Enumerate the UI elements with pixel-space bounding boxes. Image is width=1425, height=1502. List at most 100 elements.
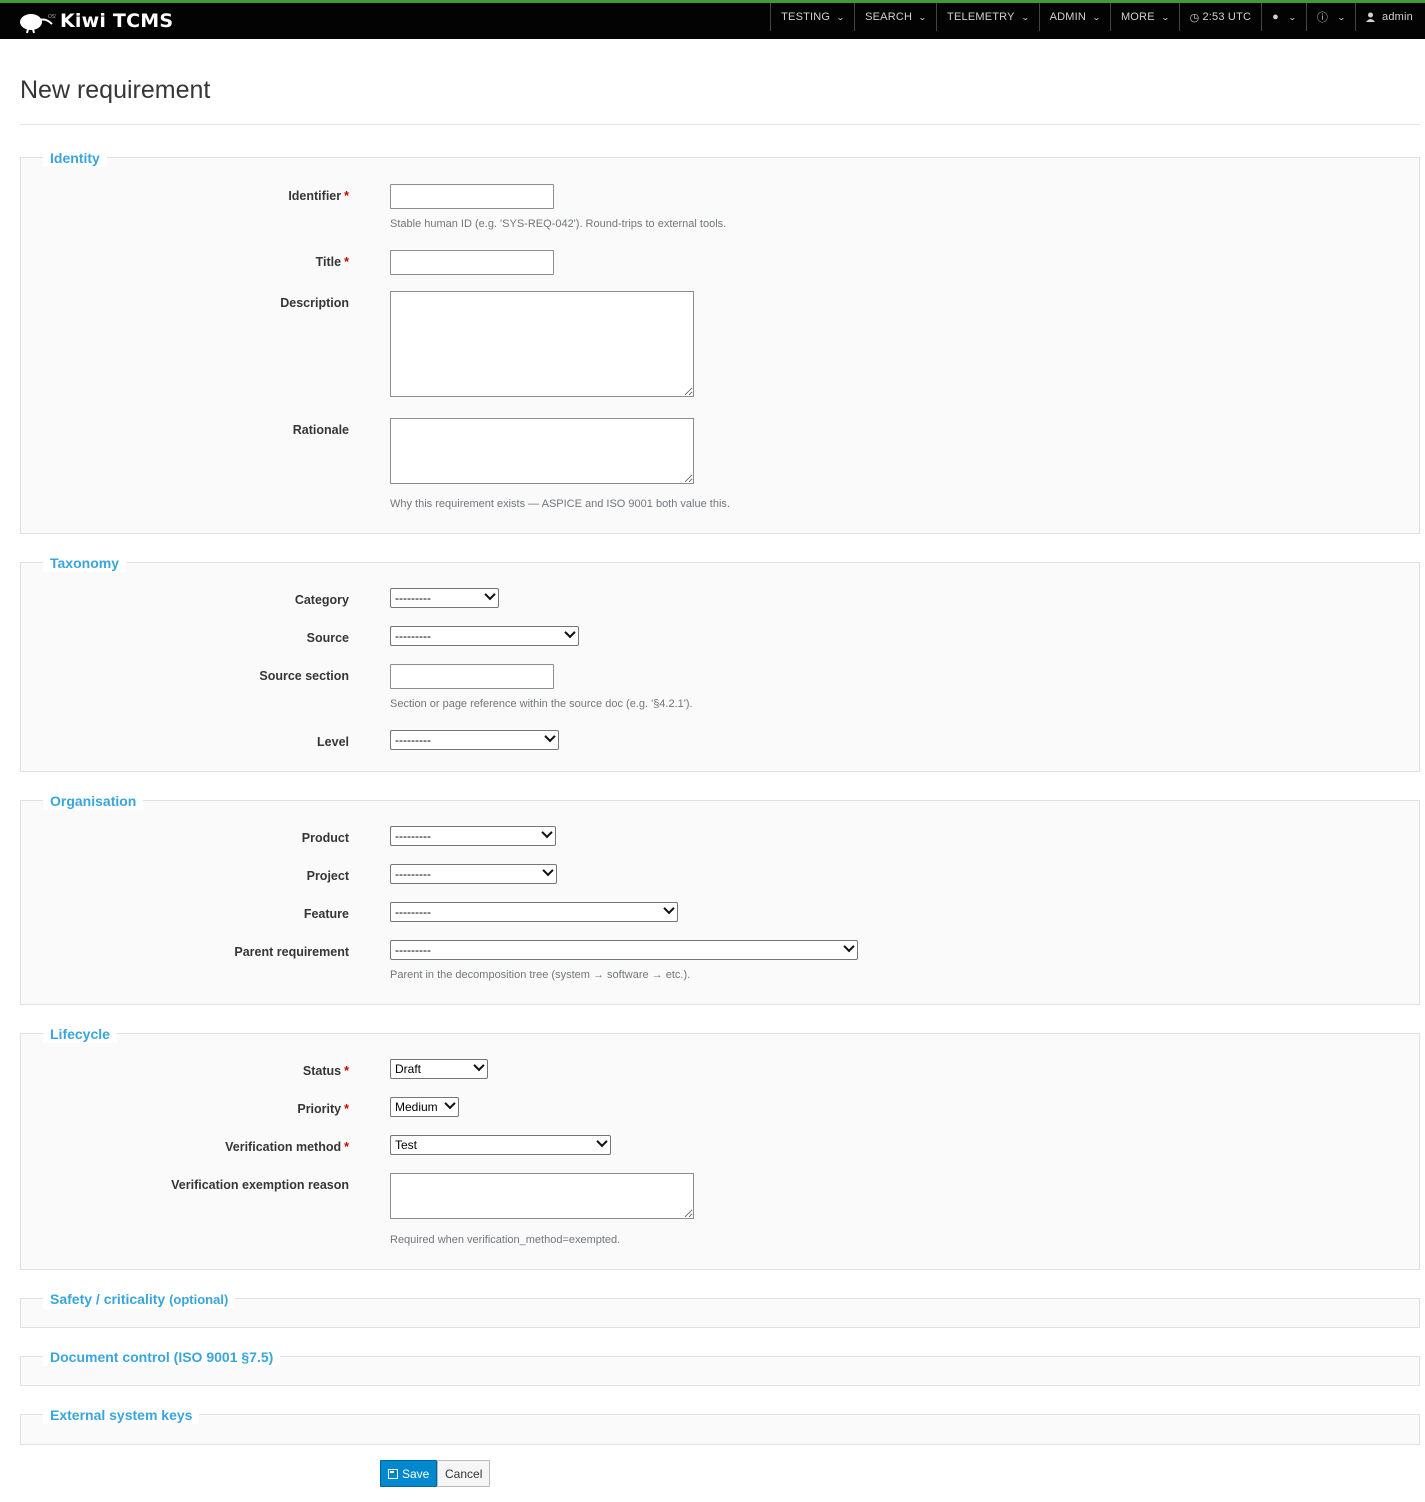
- status-select[interactable]: Draft: [390, 1059, 488, 1079]
- nav-user-menu[interactable]: admin: [1355, 3, 1425, 31]
- identifier-label-text: Identifier: [288, 189, 342, 203]
- parent-requirement-select[interactable]: ---------: [390, 940, 858, 960]
- source-section-input[interactable]: [390, 664, 554, 689]
- verification-method-select[interactable]: Test: [390, 1135, 611, 1155]
- required-marker: *: [344, 1064, 349, 1078]
- level-select-value: ---------: [395, 733, 431, 747]
- chevron-down-icon: ⌄: [918, 12, 928, 22]
- save-icon: [388, 1468, 398, 1479]
- nav-more-label: MORE: [1120, 11, 1155, 23]
- source-section-help: Section or page reference within the sou…: [390, 698, 693, 710]
- parent-requirement-select-value: ---------: [395, 943, 431, 957]
- nav-search-label: SEARCH: [865, 11, 913, 23]
- organisation-legend: Organisation: [43, 792, 144, 810]
- identifier-label: Identifier *: [288, 189, 349, 203]
- document-control-legend[interactable]: Document control (ISO 9001 §7.5): [43, 1348, 281, 1366]
- priority-select[interactable]: Medium: [390, 1097, 459, 1117]
- user-icon: [1366, 12, 1376, 22]
- chevron-down-icon: [843, 940, 855, 953]
- chevron-down-icon: [484, 588, 496, 601]
- parent-requirement-help: Parent in the decomposition tree (system…: [390, 969, 691, 981]
- nav-language-menu[interactable]: ● ⌄: [1261, 3, 1306, 31]
- verification-exemption-help: Required when verification_method=exempt…: [390, 1234, 621, 1246]
- status-select-value: Draft: [395, 1062, 422, 1076]
- chevron-down-icon: [663, 902, 675, 915]
- level-select[interactable]: ---------: [390, 730, 559, 750]
- identifier-help: Stable human ID (e.g. 'SYS-REQ-042'). Ro…: [390, 218, 727, 230]
- required-marker: *: [344, 1102, 349, 1116]
- organisation-section: Organisation Product --------- Project -…: [20, 792, 1420, 1005]
- title-input[interactable]: [390, 250, 554, 275]
- verification-method-label-text: Verification method: [225, 1140, 342, 1154]
- identifier-input[interactable]: [390, 184, 554, 209]
- status-label: Status *: [303, 1064, 349, 1078]
- lifecycle-section: Lifecycle Status * Draft Priority * Medium…: [20, 1025, 1420, 1270]
- project-select[interactable]: ---------: [390, 864, 557, 884]
- nav-telemetry-menu[interactable]: TELEMETRY ⌄: [936, 3, 1039, 31]
- chevron-down-icon: [541, 826, 553, 839]
- nav-admin-menu[interactable]: ADMIN ⌄: [1038, 3, 1110, 31]
- chevron-down-icon: ⌄: [1020, 12, 1030, 22]
- nav-search-menu[interactable]: SEARCH ⌄: [854, 3, 936, 31]
- document-control-section[interactable]: Document control (ISO 9001 §7.5): [20, 1348, 1420, 1386]
- project-label: Project: [306, 869, 349, 883]
- nav-testing-menu[interactable]: TESTING ⌄: [770, 3, 854, 31]
- description-textarea[interactable]: [390, 291, 694, 397]
- external-keys-legend[interactable]: External system keys: [43, 1406, 200, 1424]
- priority-select-value: Medium: [395, 1100, 438, 1114]
- nav-clock[interactable]: ◷ 2:53 UTC: [1178, 3, 1262, 31]
- rationale-label: Rationale: [292, 423, 349, 437]
- feature-select[interactable]: ---------: [390, 902, 678, 922]
- source-select[interactable]: ---------: [390, 626, 579, 646]
- feature-label: Feature: [303, 907, 349, 921]
- source-select-value: ---------: [395, 629, 431, 643]
- top-navbar: OSS Kiwi TCMS TESTING ⌄ SEARCH ⌄ TELEMET…: [0, 0, 1425, 39]
- chevron-down-icon: ⌄: [1287, 12, 1297, 22]
- safety-optional-label: (optional): [169, 1292, 229, 1307]
- product-select[interactable]: ---------: [390, 826, 556, 846]
- priority-label: Priority *: [297, 1102, 349, 1116]
- rationale-help: Why this requirement exists — ASPICE and…: [390, 498, 730, 510]
- external-keys-section[interactable]: External system keys: [20, 1406, 1420, 1445]
- brand-name: Kiwi TCMS: [60, 10, 174, 32]
- nav-more-menu[interactable]: MORE ⌄: [1109, 3, 1179, 31]
- page-title: New requirement: [20, 76, 211, 104]
- brand-logo[interactable]: OSS Kiwi TCMS: [18, 8, 173, 34]
- cancel-button[interactable]: Cancel: [437, 1460, 491, 1487]
- source-label: Source: [306, 631, 349, 645]
- identity-section: Identity Identifier * Stable human ID (e.…: [20, 149, 1420, 534]
- required-marker: *: [344, 255, 349, 269]
- safety-section[interactable]: Safety / criticality (optional): [20, 1290, 1420, 1328]
- kiwi-bird-icon: OSS: [20, 14, 56, 34]
- clock-text: 2:53 UTC: [1202, 11, 1252, 23]
- description-label: Description: [280, 296, 349, 310]
- chevron-down-icon: [596, 1135, 608, 1148]
- nav-help-menu[interactable]: ⓘ ⌄: [1305, 3, 1355, 31]
- chevron-down-icon: [544, 730, 556, 743]
- save-button[interactable]: Save: [380, 1460, 438, 1487]
- chevron-down-icon: ⌄: [1091, 12, 1101, 22]
- lifecycle-legend: Lifecycle: [43, 1025, 117, 1043]
- required-marker: *: [344, 189, 349, 203]
- user-name: admin: [1382, 11, 1413, 23]
- chevron-down-icon: [542, 864, 554, 877]
- category-select[interactable]: ---------: [390, 588, 499, 608]
- taxonomy-legend: Taxonomy: [43, 554, 126, 572]
- verification-method-select-value: Test: [395, 1138, 418, 1152]
- nav-telemetry-label: TELEMETRY: [947, 11, 1015, 23]
- project-select-value: ---------: [395, 867, 431, 881]
- source-section-label: Source section: [259, 669, 349, 683]
- verification-exemption-textarea[interactable]: [390, 1173, 694, 1219]
- clock-icon: ◷: [1189, 11, 1200, 24]
- chevron-down-icon: ⌄: [1160, 12, 1170, 22]
- product-label: Product: [301, 831, 349, 845]
- status-label-text: Status: [302, 1064, 342, 1078]
- safety-legend[interactable]: Safety / criticality (optional): [43, 1290, 236, 1309]
- chevron-down-icon: [444, 1097, 456, 1110]
- parent-requirement-label: Parent requirement: [234, 945, 349, 959]
- priority-label-text: Priority: [297, 1102, 342, 1116]
- identity-legend: Identity: [43, 149, 107, 167]
- save-button-label: Save: [402, 1466, 430, 1481]
- category-label: Category: [294, 593, 349, 607]
- rationale-textarea[interactable]: [390, 418, 694, 484]
